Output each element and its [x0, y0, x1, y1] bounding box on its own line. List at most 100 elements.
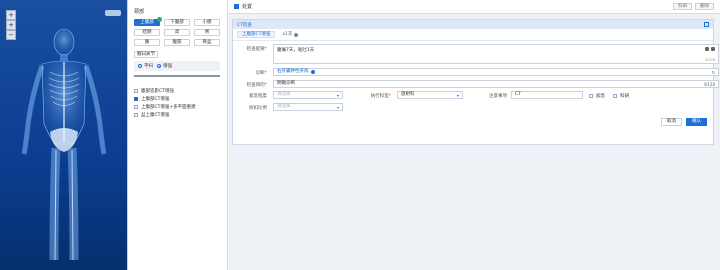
radio-selected-icon — [157, 64, 161, 68]
urgent-label: 加急 — [596, 94, 605, 99]
checkbox-checked-icon[interactable] — [134, 97, 138, 101]
diagnosis-row: 诊断* — [237, 70, 267, 76]
complaint-counter: 9/128 — [704, 58, 715, 62]
relation-label: 拆扣比例 — [249, 106, 267, 111]
part-button-upper-abdomen[interactable]: 上腹部 — [134, 17, 162, 26]
research-checkbox[interactable]: 科研 — [613, 93, 629, 99]
order-tabs: 上腹部CT增强 x1次 — [233, 29, 713, 41]
refresh-icon[interactable]: ↻ — [712, 70, 715, 76]
cancel-button[interactable]: 取消 — [661, 118, 682, 126]
part-button-abdomen[interactable]: 腹部 — [164, 39, 190, 46]
top-bar: 处置 科研 删除 — [228, 0, 720, 14]
exec-dept-label: 执行科室* — [370, 94, 391, 99]
research-button[interactable]: 科研 — [673, 3, 692, 10]
complaint-value: 腹痛7天，呕吐1天 — [277, 48, 315, 53]
chevron-down-icon: ▾ — [336, 93, 339, 98]
notes-row: 注意事项 — [479, 93, 507, 99]
checkbox-icon[interactable] — [134, 105, 138, 109]
app-root: + + − 颈部 上腹部 下腹部 小肠 结肠 肾 胃 胰 腹部 骨盆 髋臼关节 … — [0, 0, 720, 270]
scan-mode-plain[interactable]: 平扫 — [138, 63, 153, 69]
exam-option-label: 上腹部CT增强+多平面重建 — [141, 105, 196, 110]
human-body-figure[interactable] — [14, 24, 114, 264]
checkbox-icon[interactable] — [134, 113, 138, 117]
card-header: CT检查 — [233, 20, 713, 29]
urgency-placeholder: 请选择 — [277, 92, 291, 97]
purpose-counter: 4/128 — [703, 82, 715, 87]
urgency-row: 紧急程度 — [237, 93, 267, 99]
part-button-colon[interactable]: 结肠 — [134, 29, 160, 36]
exam-selector-panel: 颈部 上腹部 下腹部 小肠 结肠 肾 胃 胰 腹部 骨盆 髋臼关节 平扫 增强 … — [128, 0, 228, 270]
diagnosis-tag[interactable]: 右肝囊肿性肝病 — [277, 69, 315, 75]
checkbox-icon[interactable] — [613, 94, 617, 98]
relation-select[interactable]: 请选择 ▾ — [273, 103, 343, 111]
ct-order-card: CT检查 上腹部CT增强 x1次 检查提要* 腹痛7天，呕吐1天 9/128 诊… — [232, 19, 719, 145]
sub-part-label[interactable]: 髋臼关节 — [134, 51, 158, 58]
remove-icon[interactable] — [294, 32, 299, 37]
main-area: 处置 科研 删除 CT检查 上腹部CT增强 x1次 检查提要* 腹痛7天，呕吐1… — [228, 0, 720, 270]
exec-dept-value: 放射科 — [401, 92, 415, 97]
exec-dept-select[interactable]: 放射科 ▾ — [397, 91, 463, 99]
body-part-grid: 上腹部 下腹部 小肠 结肠 肾 胃 胰 腹部 骨盆 — [134, 17, 221, 46]
part-button-kidney[interactable]: 肾 — [164, 29, 190, 36]
tab-count[interactable]: x1次 — [277, 31, 303, 38]
section-title: 颈部 — [134, 9, 145, 15]
checkbox-icon[interactable] — [134, 89, 138, 93]
relation-placeholder: 请选择 — [277, 104, 291, 109]
purpose-field[interactable]: 明确诊断 4/128 — [273, 80, 719, 88]
divider-slider — [134, 75, 220, 77]
scan-mode-row: 平扫 增强 — [134, 61, 220, 71]
page-title: 处置 — [242, 4, 253, 10]
body-diagram-panel[interactable]: + + − — [0, 0, 128, 270]
settings-icon[interactable] — [711, 47, 715, 51]
exam-option[interactable]: 上腹部CT增强 — [134, 95, 221, 103]
delete-button[interactable]: 删除 — [695, 3, 714, 10]
purpose-label: 检查目的* — [246, 83, 267, 88]
card-actions: 取消 确认 — [661, 118, 707, 126]
exam-option[interactable]: 盆上腹CT增强 — [134, 111, 221, 119]
research-label: 科研 — [620, 94, 629, 99]
radio-icon — [138, 64, 142, 68]
diagnosis-tag-text: 右肝囊肿性肝病 — [277, 69, 309, 74]
checkbox-icon[interactable] — [589, 94, 593, 98]
tab-upper-abdomen-ct[interactable]: 上腹部CT增强 — [237, 31, 276, 38]
template-icon[interactable] — [705, 47, 709, 51]
exam-option-label: 腹部造影CT增强 — [141, 89, 174, 94]
complaint-label: 检查提要* — [246, 47, 267, 52]
urgency-label: 紧急程度 — [249, 94, 267, 99]
relation-row: 拆扣比例 — [237, 105, 267, 111]
complaint-textarea[interactable]: 腹痛7天，呕吐1天 9/128 — [273, 44, 719, 64]
purpose-value: 明确诊断 — [277, 81, 295, 86]
zoom-in-button[interactable]: + — [6, 10, 16, 20]
urgency-select[interactable]: 请选择 ▾ — [273, 91, 343, 99]
complaint-tools — [705, 47, 715, 51]
disposal-icon — [234, 4, 239, 9]
diagnosis-field[interactable]: 右肝囊肿性肝病 ↻ — [273, 68, 719, 76]
part-button-small-intestine[interactable]: 小肠 — [194, 19, 220, 26]
complaint-row: 检查提要* — [237, 46, 267, 52]
exec-dept-row: 执行科室* — [359, 93, 391, 99]
tab-label: x1次 — [282, 31, 293, 37]
exam-option-list: 腹部造影CT增强 上腹部CT增强 上腹部CT增强+多平面重建 盆上腹CT增强 — [134, 87, 221, 119]
chevron-down-icon: ▾ — [336, 105, 339, 110]
view-toggle-badge[interactable] — [105, 10, 121, 16]
part-button-stomach[interactable]: 胃 — [194, 29, 220, 36]
flag-checkboxes: 加急 科研 — [589, 93, 629, 99]
notes-input[interactable]: CT — [511, 91, 583, 99]
collapse-icon[interactable] — [704, 22, 709, 27]
scan-mode-enhanced[interactable]: 增强 — [157, 63, 172, 69]
part-button-lower-abdomen[interactable]: 下腹部 — [164, 19, 190, 26]
tab-label: 上腹部CT增强 — [242, 31, 271, 37]
scan-mode-label: 平扫 — [144, 64, 153, 69]
card-title: CT检查 — [237, 22, 252, 28]
diagnosis-label: 诊断* — [255, 71, 267, 76]
part-button-pancreas[interactable]: 胰 — [134, 39, 160, 46]
urgent-checkbox[interactable]: 加急 — [589, 93, 605, 99]
exam-option[interactable]: 腹部造影CT增强 — [134, 87, 221, 95]
scan-mode-label: 增强 — [163, 64, 172, 69]
confirm-button[interactable]: 确认 — [686, 118, 707, 126]
part-button-pelvis[interactable]: 骨盆 — [194, 39, 220, 46]
chevron-down-icon: ▾ — [456, 93, 459, 98]
exam-option[interactable]: 上腹部CT增强+多平面重建 — [134, 103, 221, 111]
remove-tag-icon[interactable] — [310, 70, 315, 74]
exam-option-label: 盆上腹CT增强 — [141, 113, 170, 118]
